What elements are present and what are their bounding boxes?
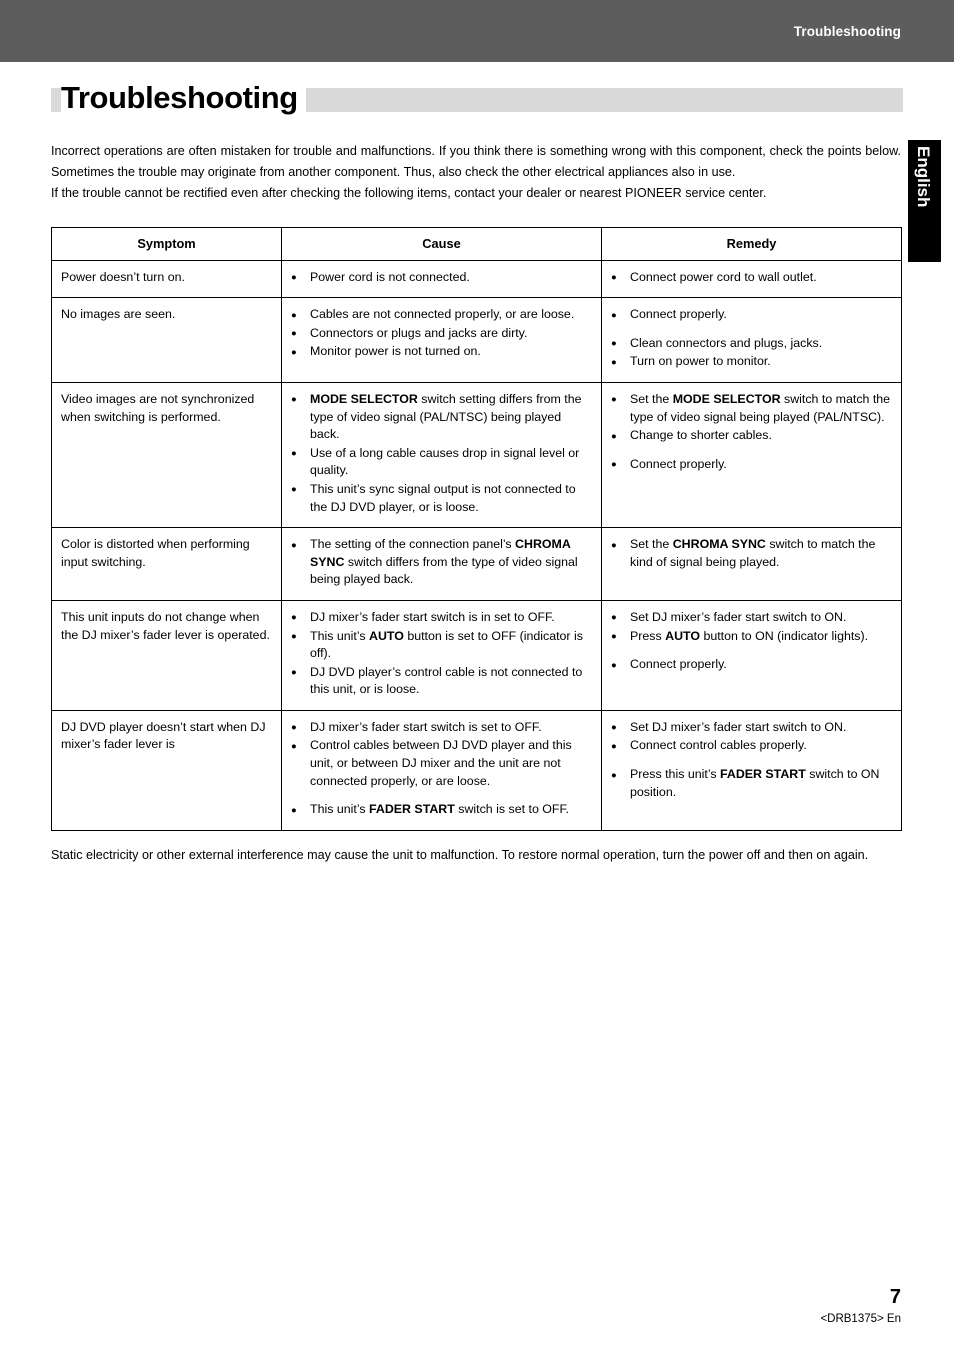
list-item: Control cables between DJ DVD player and… — [291, 737, 592, 790]
column-header-symptom: Symptom — [51, 227, 282, 261]
cause-list: DJ mixer’s fader start switch is set to … — [291, 718, 592, 820]
cell-remedy: Set the CHROMA SYNC switch to match the … — [601, 527, 902, 601]
cell-cause: Power cord is not connected. — [281, 259, 602, 299]
language-side-tab: English — [908, 140, 941, 262]
cell-remedy: Connect power cord to wall outlet. — [601, 259, 902, 299]
table-header-row: Symptom Cause Remedy — [51, 227, 902, 261]
table-row: This unit inputs do not change when the … — [51, 599, 902, 711]
table-body: Power doesn’t turn on. Power cord is not … — [51, 259, 902, 831]
cell-cause: MODE SELECTOR switch setting differs fro… — [281, 381, 602, 529]
list-item: MODE SELECTOR switch setting differs fro… — [291, 390, 592, 444]
list-item: Set the MODE SELECTOR switch to match th… — [611, 390, 892, 426]
list-item: Connect control cables properly. — [611, 737, 892, 756]
list-item: DJ mixer’s fader start switch is in set … — [291, 608, 592, 627]
language-side-tab-label: English — [914, 146, 933, 208]
page-title: Troubleshooting — [61, 78, 306, 118]
remedy-list: Set DJ mixer’s fader start switch to ON.… — [611, 718, 892, 801]
page-header-bar: Troubleshooting — [0, 0, 954, 62]
page-code: <DRB1375> En — [820, 1313, 901, 1325]
list-item: Monitor power is not turned on. — [291, 343, 592, 362]
cell-symptom: Color is distorted when performing input… — [51, 527, 282, 601]
intro-paragraph-1: Incorrect operations are often mistaken … — [51, 144, 901, 179]
remedy-list: Set DJ mixer’s fader start switch to ON.… — [611, 608, 892, 675]
list-item: Change to shorter cables. — [611, 427, 892, 446]
intro-paragraph-2: If the trouble cannot be rectified even … — [51, 186, 767, 200]
column-header-remedy: Remedy — [601, 227, 902, 261]
cell-remedy: Set DJ mixer’s fader start switch to ON.… — [601, 709, 902, 831]
table-row: No images are seen. Cables are not connec… — [51, 297, 902, 383]
footnote-text: Static electricity or other external int… — [51, 848, 869, 862]
list-item: Connect properly. — [611, 656, 892, 675]
list-item: Set DJ mixer’s fader start switch to ON. — [611, 718, 892, 737]
list-item: DJ mixer’s fader start switch is set to … — [291, 718, 592, 737]
cell-symptom: DJ DVD player doesn’t start when DJ mixe… — [51, 709, 282, 831]
cell-symptom: Power doesn’t turn on. — [51, 259, 282, 299]
list-item: Connect power cord to wall outlet. — [611, 268, 892, 287]
list-item: Press AUTO button to ON (indicator light… — [611, 627, 892, 646]
list-item: Press this unit’s FADER START switch to … — [611, 766, 892, 801]
list-item: Connectors or plugs and jacks are dirty. — [291, 324, 592, 343]
cell-symptom: No images are seen. — [51, 297, 282, 383]
remedy-list: Connect properly. Clean connectors and pl… — [611, 306, 892, 372]
intro-text: Incorrect operations are often mistaken … — [51, 141, 901, 204]
list-item: Use of a long cable causes drop in signa… — [291, 444, 592, 480]
cause-list: The setting of the connection panel’s CH… — [291, 536, 592, 589]
remedy-list: Set the MODE SELECTOR switch to match th… — [611, 390, 892, 474]
list-item: Clean connectors and plugs, jacks. — [611, 334, 892, 353]
list-item: Set the CHROMA SYNC switch to match the … — [611, 536, 892, 571]
header-title: Troubleshooting — [793, 24, 901, 39]
cell-cause: DJ mixer’s fader start switch is in set … — [281, 599, 602, 711]
remedy-list: Connect power cord to wall outlet. — [611, 268, 892, 287]
cell-symptom: Video images are not synchronized when s… — [51, 381, 282, 529]
list-item: This unit’s sync signal output is not co… — [291, 480, 592, 516]
remedy-list: Set the CHROMA SYNC switch to match the … — [611, 536, 892, 571]
cell-cause: Cables are not connected properly, or ar… — [281, 297, 602, 383]
cell-remedy: Set the MODE SELECTOR switch to match th… — [601, 381, 902, 529]
cause-list: DJ mixer’s fader start switch is in set … — [291, 608, 592, 699]
cell-remedy: Connect properly. Clean connectors and pl… — [601, 297, 902, 383]
list-item: Turn on power to monitor. — [611, 353, 892, 372]
list-item: Power cord is not connected. — [291, 268, 592, 287]
cause-list: MODE SELECTOR switch setting differs fro… — [291, 390, 592, 516]
cell-cause: DJ mixer’s fader start switch is set to … — [281, 709, 602, 831]
list-item: This unit’s FADER START switch is set to… — [291, 801, 592, 820]
page-number: 7 — [889, 1286, 901, 1308]
list-item: Cables are not connected properly, or ar… — [291, 306, 592, 325]
table-row: DJ DVD player doesn’t start when DJ mixe… — [51, 709, 902, 831]
cell-remedy: Set DJ mixer’s fader start switch to ON.… — [601, 599, 902, 711]
troubleshooting-table: Symptom Cause Remedy Power doesn’t turn … — [51, 227, 902, 831]
table-row: Video images are not synchronized when s… — [51, 381, 902, 529]
table-row: Color is distorted when performing input… — [51, 527, 902, 601]
list-item: Set DJ mixer’s fader start switch to ON. — [611, 608, 892, 627]
list-item: Connect properly. — [611, 455, 892, 474]
cause-list: Power cord is not connected. — [291, 268, 592, 287]
table-row: Power doesn’t turn on. Power cord is not … — [51, 259, 902, 299]
cause-list: Cables are not connected properly, or ar… — [291, 306, 592, 362]
list-item: This unit’s AUTO button is set to OFF (i… — [291, 627, 592, 663]
list-item: Connect properly. — [611, 306, 892, 325]
list-item: DJ DVD player’s control cable is not con… — [291, 663, 592, 699]
cell-symptom: This unit inputs do not change when the … — [51, 599, 282, 711]
page-title-row: Troubleshooting — [51, 78, 903, 122]
cell-cause: The setting of the connection panel’s CH… — [281, 527, 602, 601]
column-header-cause: Cause — [281, 227, 602, 261]
list-item: The setting of the connection panel’s CH… — [291, 536, 592, 589]
